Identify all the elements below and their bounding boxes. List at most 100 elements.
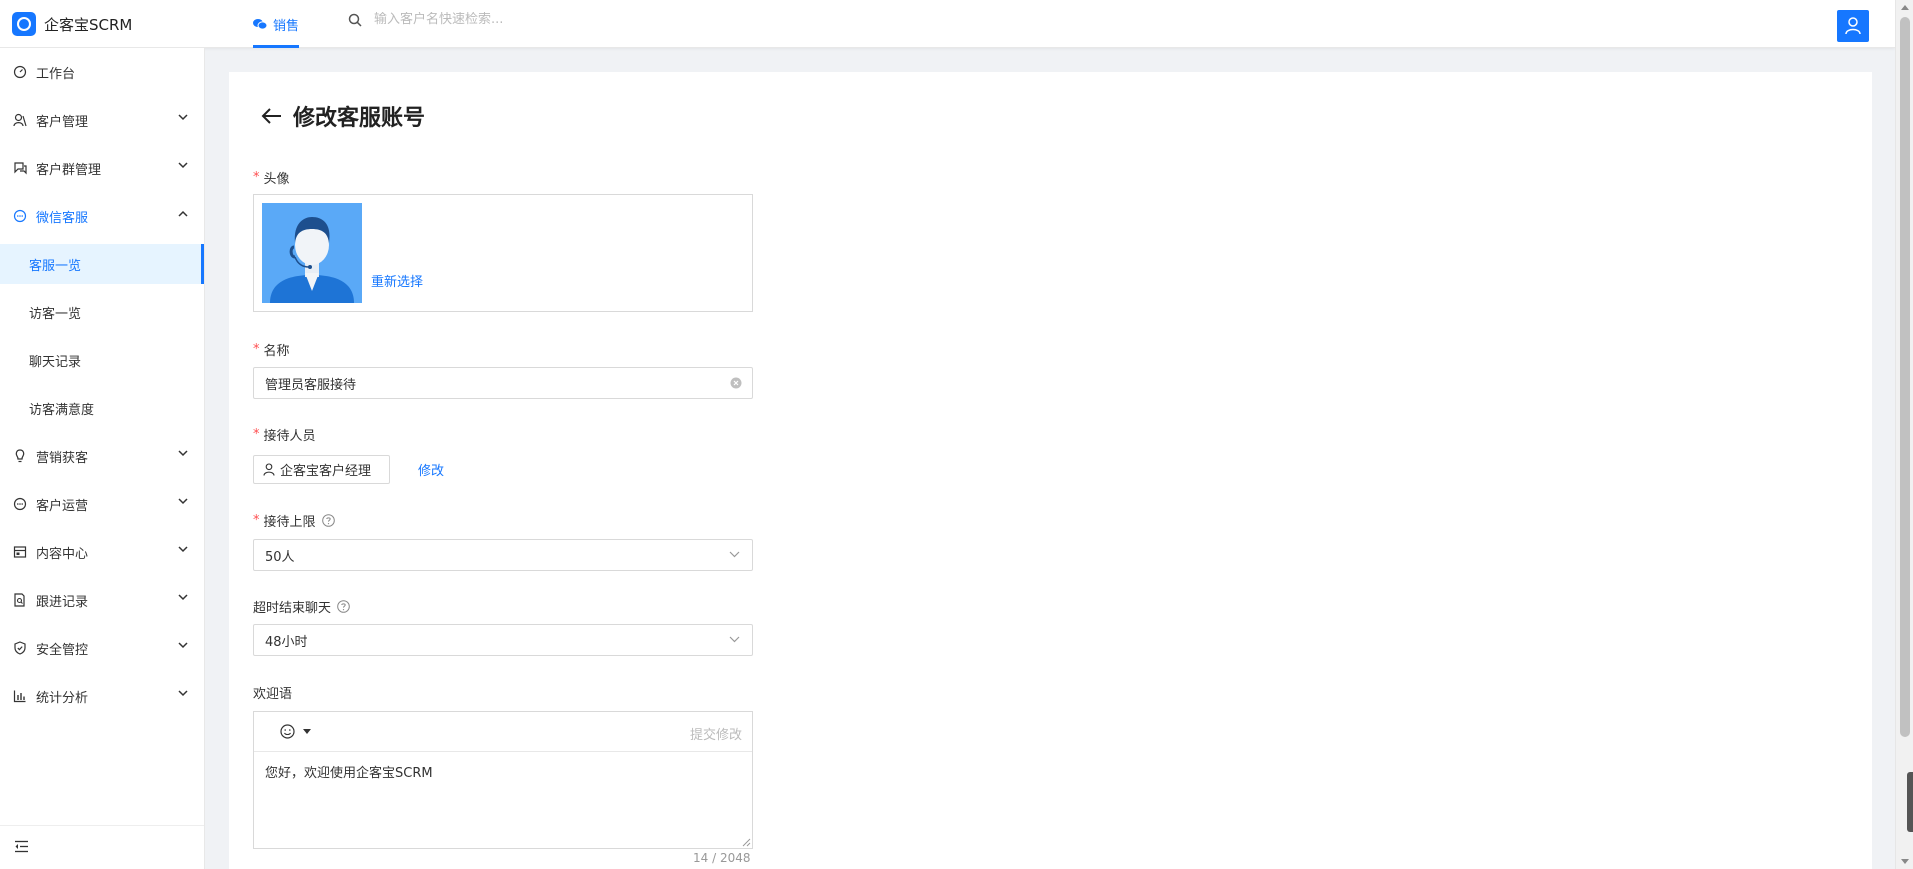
sidebar: 工作台 客户管理 客户群管理 微信客服 客服一览 访客一览 聊天记录 访客满意度… [0, 48, 205, 869]
shield-icon [12, 640, 28, 656]
limit-select-value: 50人 [265, 549, 295, 565]
page-title: 修改客服账号 [293, 106, 426, 131]
required-mark: * [253, 170, 260, 185]
name-input-value: 管理员客服接待 [265, 377, 357, 393]
sidebar-item-label: 营销获客 [36, 450, 89, 466]
user-icon [263, 463, 275, 476]
name-input[interactable]: 管理员客服接待 [253, 367, 753, 399]
sidebar-item-label: 跟进记录 [36, 594, 89, 610]
avatar-label-text: 头像 [263, 172, 290, 187]
brand-name: 企客宝SCRM [44, 15, 133, 34]
receptionist-label-text: 接待人员 [263, 429, 316, 444]
limit-label-text: 接待上限 [263, 515, 316, 530]
content-icon [12, 544, 28, 560]
dashboard-icon [12, 64, 28, 80]
timeout-label-text: 超时结束聊天 [253, 601, 332, 616]
file-search-icon [12, 592, 28, 608]
scrollbar-thumb[interactable] [1900, 17, 1910, 737]
char-counter: 14 / 2048 [693, 851, 751, 865]
users-icon [12, 112, 28, 128]
sidebar-item-label: 统计分析 [36, 690, 89, 706]
customer-service-avatar-icon [262, 203, 362, 303]
sidebar-item-customer-management[interactable]: 客户管理 [0, 100, 204, 140]
question-circle-icon[interactable] [337, 600, 350, 613]
sidebar-item-chat-records[interactable]: 聊天记录 [0, 340, 204, 380]
clear-icon[interactable] [730, 377, 742, 389]
comment-icon [12, 496, 28, 512]
avatar-upload-box: 重新选择 [253, 194, 753, 312]
sidebar-item-wechat-service[interactable]: 微信客服 [0, 196, 204, 236]
timeout-label: 超时结束聊天 [253, 597, 350, 616]
chevron-down-icon [178, 450, 188, 457]
chevron-down-icon [729, 636, 740, 643]
name-label: * 名称 [253, 340, 290, 359]
avatar-label: * 头像 [253, 168, 290, 187]
tab-active-indicator [253, 45, 300, 48]
sidebar-item-security[interactable]: 安全管控 [0, 628, 204, 668]
tab-sales-label: 销售 [273, 18, 300, 34]
submit-edit-button[interactable]: 提交修改 [690, 724, 742, 743]
resize-handle-icon[interactable] [742, 838, 751, 847]
welcome-textarea[interactable]: 您好，欢迎使用企客宝SCRM [265, 762, 433, 781]
side-tab-handle[interactable] [1907, 772, 1913, 832]
sidebar-item-statistics[interactable]: 统计分析 [0, 676, 204, 716]
sidebar-item-label: 客服一览 [29, 258, 82, 274]
bar-chart-icon [12, 688, 28, 704]
sidebar-item-label: 客户运营 [36, 498, 89, 514]
user-avatar-button[interactable] [1837, 10, 1869, 42]
tab-sales[interactable]: 销售 [253, 0, 300, 48]
welcome-editor: 提交修改 您好，欢迎使用企客宝SCRM [253, 711, 753, 849]
chevron-down-icon [178, 114, 188, 121]
wechat-icon [253, 19, 267, 30]
chat-group-icon [12, 160, 28, 176]
limit-label: * 接待上限 [253, 511, 335, 530]
page-scrollbar[interactable] [1895, 0, 1913, 869]
brand[interactable]: 企客宝SCRM [12, 12, 132, 36]
sidebar-item-label: 客户群管理 [36, 162, 102, 178]
sidebar-item-content-center[interactable]: 内容中心 [0, 532, 204, 572]
smile-icon [280, 724, 295, 739]
sidebar-item-label: 微信客服 [36, 210, 89, 226]
chevron-down-icon [178, 594, 188, 601]
sidebar-item-label: 工作台 [36, 66, 76, 82]
search-bar [348, 12, 634, 27]
required-mark: * [253, 513, 260, 528]
scroll-up-icon[interactable] [1901, 5, 1909, 10]
welcome-label-text: 欢迎语 [253, 687, 293, 702]
sidebar-item-follow-up[interactable]: 跟进记录 [0, 580, 204, 620]
sidebar-item-group-management[interactable]: 客户群管理 [0, 148, 204, 188]
chevron-down-icon [178, 162, 188, 169]
chevron-down-icon [178, 546, 188, 553]
avatar-image[interactable] [262, 203, 362, 303]
editor-toolbar: 提交修改 [254, 712, 752, 752]
sidebar-item-service-list[interactable]: 客服一览 [0, 244, 204, 284]
sidebar-item-visitor-list[interactable]: 访客一览 [0, 292, 204, 332]
caret-down-icon [303, 729, 311, 734]
timeout-select[interactable]: 48小时 [253, 624, 753, 656]
sidebar-item-label: 安全管控 [36, 642, 89, 658]
search-input[interactable] [374, 12, 634, 27]
name-label-text: 名称 [263, 344, 290, 359]
chevron-down-icon [729, 551, 740, 558]
receptionist-name: 企客宝客户经理 [280, 464, 372, 479]
back-arrow-icon[interactable] [261, 107, 283, 125]
sidebar-item-marketing[interactable]: 营销获客 [0, 436, 204, 476]
bulb-icon [12, 448, 28, 464]
question-circle-icon[interactable] [321, 514, 335, 527]
scroll-down-icon[interactable] [1901, 859, 1909, 864]
emoji-button[interactable] [280, 724, 311, 739]
chevron-down-icon [178, 642, 188, 649]
page-header: 修改客服账号 [261, 100, 425, 132]
sidebar-item-label: 聊天记录 [29, 354, 82, 370]
sidebar-item-label: 客户管理 [36, 114, 89, 130]
content-card: 修改客服账号 * 头像 重新选择 * 名称 管理员客服接待 * 接待人员 企客宝… [229, 72, 1872, 869]
sidebar-item-customer-operation[interactable]: 客户运营 [0, 484, 204, 524]
menu-fold-icon[interactable] [14, 840, 29, 853]
brand-logo-icon [12, 12, 36, 36]
user-icon [1845, 17, 1861, 35]
reselect-avatar-link[interactable]: 重新选择 [371, 271, 423, 290]
modify-receptionist-link[interactable]: 修改 [418, 460, 444, 479]
limit-select[interactable]: 50人 [253, 539, 753, 571]
sidebar-item-visitor-satisfaction[interactable]: 访客满意度 [0, 388, 204, 428]
sidebar-item-workbench[interactable]: 工作台 [0, 52, 204, 92]
